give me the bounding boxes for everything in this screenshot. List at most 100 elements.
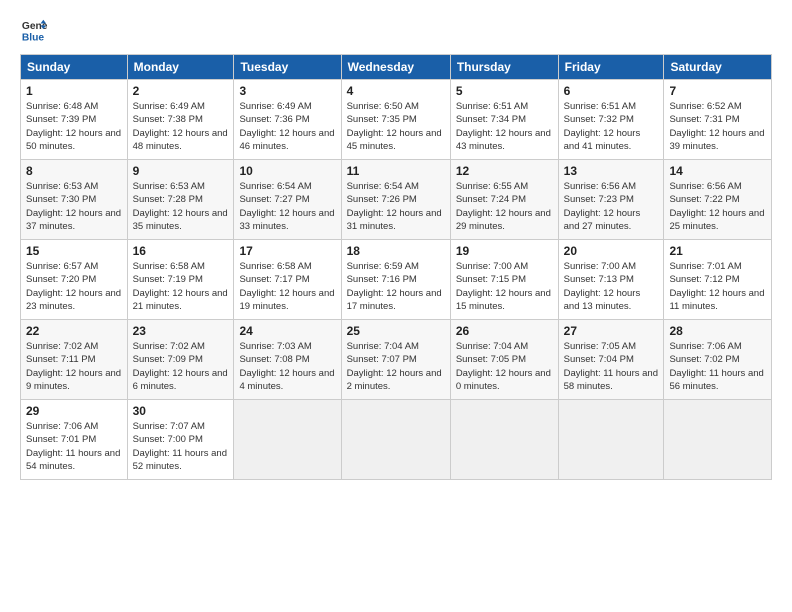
day-info: Sunrise: 6:51 AMSunset: 7:34 PMDaylight:… xyxy=(456,100,553,153)
calendar-cell: 1Sunrise: 6:48 AMSunset: 7:39 PMDaylight… xyxy=(21,80,128,160)
day-number: 6 xyxy=(564,84,659,98)
day-info: Sunrise: 6:49 AMSunset: 7:36 PMDaylight:… xyxy=(239,100,335,153)
day-number: 15 xyxy=(26,244,122,258)
calendar-cell xyxy=(558,400,664,480)
day-header-sunday: Sunday xyxy=(21,55,128,80)
day-info: Sunrise: 6:53 AMSunset: 7:30 PMDaylight:… xyxy=(26,180,122,233)
day-number: 23 xyxy=(133,324,229,338)
day-info: Sunrise: 7:00 AMSunset: 7:13 PMDaylight:… xyxy=(564,260,659,313)
day-number: 30 xyxy=(133,404,229,418)
day-info: Sunrise: 6:49 AMSunset: 7:38 PMDaylight:… xyxy=(133,100,229,153)
day-info: Sunrise: 6:57 AMSunset: 7:20 PMDaylight:… xyxy=(26,260,122,313)
day-number: 3 xyxy=(239,84,335,98)
calendar-cell: 14 Sunrise: 6:56 AMSunset: 7:22 PMDayligh… xyxy=(664,160,772,240)
day-number: 12 xyxy=(456,164,553,178)
day-number: 29 xyxy=(26,404,122,418)
day-number: 4 xyxy=(347,84,445,98)
calendar-cell: 17 Sunrise: 6:58 AMSunset: 7:17 PMDayligh… xyxy=(234,240,341,320)
day-number: 2 xyxy=(133,84,229,98)
calendar-cell: 20 Sunrise: 7:00 AMSunset: 7:13 PMDayligh… xyxy=(558,240,664,320)
day-number: 9 xyxy=(133,164,229,178)
day-header-friday: Friday xyxy=(558,55,664,80)
day-info: Sunrise: 6:54 AMSunset: 7:26 PMDaylight:… xyxy=(347,180,445,233)
day-info: Sunrise: 7:02 AMSunset: 7:11 PMDaylight:… xyxy=(26,340,122,393)
calendar-cell xyxy=(234,400,341,480)
day-info: Sunrise: 7:04 AMSunset: 7:07 PMDaylight:… xyxy=(347,340,445,393)
day-number: 11 xyxy=(347,164,445,178)
day-info: Sunrise: 7:02 AMSunset: 7:09 PMDaylight:… xyxy=(133,340,229,393)
day-info: Sunrise: 6:52 AMSunset: 7:31 PMDaylight:… xyxy=(669,100,766,153)
calendar-cell: 23 Sunrise: 7:02 AMSunset: 7:09 PMDayligh… xyxy=(127,320,234,400)
day-number: 1 xyxy=(26,84,122,98)
calendar-cell xyxy=(450,400,558,480)
calendar-cell: 11 Sunrise: 6:54 AMSunset: 7:26 PMDayligh… xyxy=(341,160,450,240)
day-info: Sunrise: 6:58 AMSunset: 7:17 PMDaylight:… xyxy=(239,260,335,313)
calendar-cell: 18 Sunrise: 6:59 AMSunset: 7:16 PMDayligh… xyxy=(341,240,450,320)
day-info: Sunrise: 7:06 AMSunset: 7:01 PMDaylight:… xyxy=(26,420,122,473)
day-info: Sunrise: 6:59 AMSunset: 7:16 PMDaylight:… xyxy=(347,260,445,313)
day-number: 21 xyxy=(669,244,766,258)
calendar-cell: 28 Sunrise: 7:06 AMSunset: 7:02 PMDayligh… xyxy=(664,320,772,400)
day-number: 14 xyxy=(669,164,766,178)
day-info: Sunrise: 6:56 AMSunset: 7:22 PMDaylight:… xyxy=(669,180,766,233)
day-info: Sunrise: 7:04 AMSunset: 7:05 PMDaylight:… xyxy=(456,340,553,393)
calendar-cell: 13 Sunrise: 6:56 AMSunset: 7:23 PMDayligh… xyxy=(558,160,664,240)
day-number: 20 xyxy=(564,244,659,258)
day-header-tuesday: Tuesday xyxy=(234,55,341,80)
calendar-cell xyxy=(664,400,772,480)
day-number: 19 xyxy=(456,244,553,258)
day-info: Sunrise: 7:06 AMSunset: 7:02 PMDaylight:… xyxy=(669,340,766,393)
calendar-cell: 8 Sunrise: 6:53 AMSunset: 7:30 PMDaylight… xyxy=(21,160,128,240)
day-info: Sunrise: 7:07 AMSunset: 7:00 PMDaylight:… xyxy=(133,420,229,473)
day-number: 22 xyxy=(26,324,122,338)
day-header-saturday: Saturday xyxy=(664,55,772,80)
day-number: 25 xyxy=(347,324,445,338)
day-info: Sunrise: 6:56 AMSunset: 7:23 PMDaylight:… xyxy=(564,180,659,233)
day-number: 5 xyxy=(456,84,553,98)
logo-icon: General Blue xyxy=(20,16,48,44)
calendar-week-row: 15 Sunrise: 6:57 AMSunset: 7:20 PMDayligh… xyxy=(21,240,772,320)
calendar-cell: 27Sunrise: 7:05 AMSunset: 7:04 PMDayligh… xyxy=(558,320,664,400)
calendar-week-row: 1Sunrise: 6:48 AMSunset: 7:39 PMDaylight… xyxy=(21,80,772,160)
day-info: Sunrise: 7:05 AMSunset: 7:04 PMDaylight:… xyxy=(564,340,659,393)
svg-text:Blue: Blue xyxy=(22,32,45,43)
day-number: 8 xyxy=(26,164,122,178)
calendar-cell: 16Sunrise: 6:58 AMSunset: 7:19 PMDayligh… xyxy=(127,240,234,320)
day-number: 13 xyxy=(564,164,659,178)
calendar-cell: 24 Sunrise: 7:03 AMSunset: 7:08 PMDayligh… xyxy=(234,320,341,400)
logo: General Blue xyxy=(20,16,52,44)
calendar-cell: 10 Sunrise: 6:54 AMSunset: 7:27 PMDayligh… xyxy=(234,160,341,240)
calendar-week-row: 8 Sunrise: 6:53 AMSunset: 7:30 PMDaylight… xyxy=(21,160,772,240)
day-info: Sunrise: 6:58 AMSunset: 7:19 PMDaylight:… xyxy=(133,260,229,313)
day-number: 10 xyxy=(239,164,335,178)
calendar-cell: 9Sunrise: 6:53 AMSunset: 7:28 PMDaylight… xyxy=(127,160,234,240)
day-header-monday: Monday xyxy=(127,55,234,80)
day-number: 7 xyxy=(669,84,766,98)
calendar-cell xyxy=(341,400,450,480)
calendar-table: SundayMondayTuesdayWednesdayThursdayFrid… xyxy=(20,54,772,480)
calendar-cell: 4 Sunrise: 6:50 AMSunset: 7:35 PMDaylight… xyxy=(341,80,450,160)
day-info: Sunrise: 7:00 AMSunset: 7:15 PMDaylight:… xyxy=(456,260,553,313)
day-info: Sunrise: 7:01 AMSunset: 7:12 PMDaylight:… xyxy=(669,260,766,313)
day-number: 18 xyxy=(347,244,445,258)
calendar-cell: 25 Sunrise: 7:04 AMSunset: 7:07 PMDayligh… xyxy=(341,320,450,400)
day-info: Sunrise: 6:51 AMSunset: 7:32 PMDaylight:… xyxy=(564,100,659,153)
calendar-week-row: 22 Sunrise: 7:02 AMSunset: 7:11 PMDayligh… xyxy=(21,320,772,400)
calendar-week-row: 29 Sunrise: 7:06 AMSunset: 7:01 PMDayligh… xyxy=(21,400,772,480)
calendar-cell: 26Sunrise: 7:04 AMSunset: 7:05 PMDayligh… xyxy=(450,320,558,400)
calendar-cell: 29 Sunrise: 7:06 AMSunset: 7:01 PMDayligh… xyxy=(21,400,128,480)
calendar-cell: 7 Sunrise: 6:52 AMSunset: 7:31 PMDaylight… xyxy=(664,80,772,160)
calendar-cell: 30 Sunrise: 7:07 AMSunset: 7:00 PMDayligh… xyxy=(127,400,234,480)
day-number: 24 xyxy=(239,324,335,338)
calendar-cell: 21 Sunrise: 7:01 AMSunset: 7:12 PMDayligh… xyxy=(664,240,772,320)
calendar-cell: 6 Sunrise: 6:51 AMSunset: 7:32 PMDaylight… xyxy=(558,80,664,160)
header: General Blue xyxy=(20,16,772,44)
calendar-cell: 22 Sunrise: 7:02 AMSunset: 7:11 PMDayligh… xyxy=(21,320,128,400)
day-number: 28 xyxy=(669,324,766,338)
day-number: 17 xyxy=(239,244,335,258)
calendar-cell: 5 Sunrise: 6:51 AMSunset: 7:34 PMDaylight… xyxy=(450,80,558,160)
day-info: Sunrise: 6:54 AMSunset: 7:27 PMDaylight:… xyxy=(239,180,335,233)
day-info: Sunrise: 6:50 AMSunset: 7:35 PMDaylight:… xyxy=(347,100,445,153)
day-info: Sunrise: 6:55 AMSunset: 7:24 PMDaylight:… xyxy=(456,180,553,233)
day-info: Sunrise: 7:03 AMSunset: 7:08 PMDaylight:… xyxy=(239,340,335,393)
